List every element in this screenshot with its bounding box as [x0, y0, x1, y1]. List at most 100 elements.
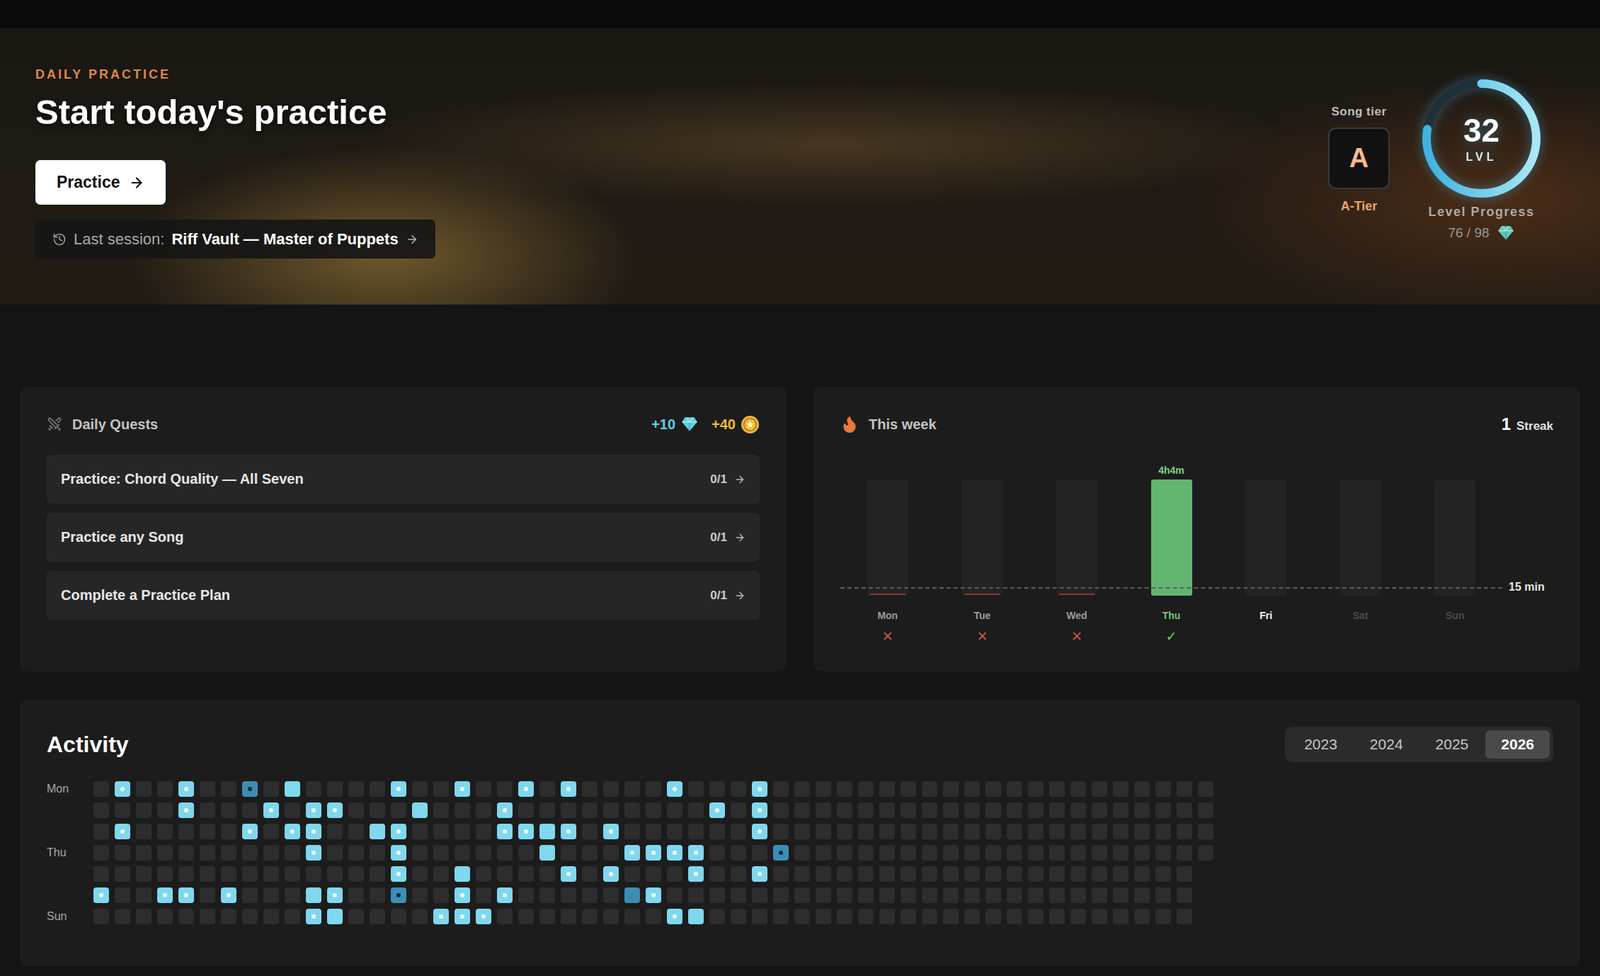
heatmap-cell[interactable] [794, 887, 810, 903]
heatmap-cell[interactable] [560, 908, 577, 924]
heatmap-cell[interactable] [433, 780, 449, 797]
heatmap-cell[interactable] [773, 844, 789, 861]
heatmap-cell[interactable] [709, 780, 725, 797]
heatmap-cell[interactable] [1091, 823, 1108, 839]
heatmap-cell[interactable] [1070, 802, 1087, 818]
heatmap-cell[interactable] [454, 802, 471, 818]
heatmap-cell[interactable] [858, 802, 874, 818]
heatmap-cell[interactable] [1027, 780, 1044, 797]
heatmap-cell[interactable] [1091, 887, 1108, 903]
heatmap-cell[interactable] [624, 887, 640, 903]
heatmap-cell[interactable] [327, 780, 343, 797]
heatmap-cell[interactable] [454, 780, 471, 797]
heatmap-cell[interactable] [390, 908, 407, 924]
heatmap-cell[interactable] [157, 780, 173, 797]
heatmap-cell[interactable] [858, 844, 874, 861]
heatmap-cell[interactable] [645, 887, 662, 903]
heatmap-cell[interactable] [900, 802, 917, 818]
heatmap-cell[interactable] [1070, 844, 1087, 861]
heatmap-cell[interactable] [178, 887, 194, 903]
heatmap-cell[interactable] [433, 802, 449, 818]
heatmap-cell[interactable] [199, 802, 216, 818]
heatmap-cell[interactable] [93, 802, 110, 818]
heatmap-cell[interactable] [709, 865, 725, 882]
heatmap-cell[interactable] [518, 887, 534, 903]
heatmap-cell[interactable] [964, 823, 980, 839]
heatmap-cell[interactable] [709, 844, 725, 861]
heatmap-cell[interactable] [1091, 802, 1108, 818]
heatmap-cell[interactable] [879, 887, 895, 903]
heatmap-cell[interactable] [666, 780, 683, 797]
heatmap-cell[interactable] [603, 780, 619, 797]
heatmap-cell[interactable] [93, 887, 110, 903]
heatmap-cell[interactable] [135, 908, 152, 924]
heatmap-cell[interactable] [560, 865, 577, 882]
heatmap-cell[interactable] [1155, 908, 1171, 924]
heatmap-cell[interactable] [581, 865, 598, 882]
heatmap-cell[interactable] [730, 908, 747, 924]
heatmap-cell[interactable] [220, 887, 237, 903]
heatmap-cell[interactable] [1049, 823, 1065, 839]
heatmap-cell[interactable] [539, 823, 556, 839]
heatmap-cell[interactable] [773, 823, 789, 839]
heatmap-cell[interactable] [1155, 802, 1171, 818]
heatmap-cell[interactable] [794, 865, 810, 882]
heatmap-cell[interactable] [666, 802, 683, 818]
heatmap-cell[interactable] [454, 908, 471, 924]
heatmap-cell[interactable] [943, 865, 959, 882]
heatmap-cell[interactable] [794, 780, 810, 797]
heatmap-cell[interactable] [943, 844, 959, 861]
heatmap-cell[interactable] [730, 823, 747, 839]
heatmap-cell[interactable] [943, 908, 959, 924]
heatmap-cell[interactable] [730, 865, 747, 882]
heatmap-cell[interactable] [1112, 887, 1129, 903]
heatmap-cell[interactable] [518, 865, 534, 882]
heatmap-cell[interactable] [1134, 865, 1150, 882]
heatmap-cell[interactable] [1112, 908, 1129, 924]
heatmap-cell[interactable] [433, 865, 449, 882]
heatmap-cell[interactable] [624, 865, 640, 882]
heatmap-cell[interactable] [624, 780, 640, 797]
heatmap-cell[interactable] [390, 823, 407, 839]
heatmap-cell[interactable] [369, 780, 386, 797]
heatmap-cell[interactable] [220, 908, 237, 924]
heatmap-cell[interactable] [199, 844, 216, 861]
heatmap-cell[interactable] [1027, 865, 1044, 882]
heatmap-cell[interactable] [475, 887, 492, 903]
quest-row[interactable]: Practice: Chord Quality — All Seven0/1 [46, 454, 760, 504]
heatmap-cell[interactable] [327, 908, 343, 924]
heatmap-cell[interactable] [645, 823, 662, 839]
heatmap-cell[interactable] [305, 802, 322, 818]
heatmap-cell[interactable] [369, 887, 386, 903]
heatmap-cell[interactable] [1049, 780, 1065, 797]
heatmap-cell[interactable] [879, 780, 895, 797]
heatmap-cell[interactable] [1176, 802, 1193, 818]
heatmap-cell[interactable] [496, 802, 513, 818]
heatmap-cell[interactable] [581, 844, 598, 861]
heatmap-cell[interactable] [666, 887, 683, 903]
heatmap-cell[interactable] [199, 823, 216, 839]
heatmap-cell[interactable] [135, 823, 152, 839]
heatmap-cell[interactable] [178, 823, 194, 839]
heatmap-cell[interactable] [93, 823, 110, 839]
heatmap-cell[interactable] [369, 908, 386, 924]
heatmap-cell[interactable] [93, 780, 110, 797]
heatmap-cell[interactable] [794, 844, 810, 861]
heatmap-cell[interactable] [1112, 823, 1129, 839]
heatmap-cell[interactable] [1176, 844, 1193, 861]
heatmap-cell[interactable] [327, 823, 343, 839]
heatmap-cell[interactable] [412, 865, 428, 882]
heatmap-cell[interactable] [1027, 887, 1044, 903]
heatmap-cell[interactable] [900, 844, 917, 861]
heatmap-cell[interactable] [1112, 865, 1129, 882]
heatmap-cell[interactable] [645, 844, 662, 861]
heatmap-cell[interactable] [815, 780, 832, 797]
heatmap-cell[interactable] [751, 865, 768, 882]
heatmap-cell[interactable] [220, 802, 237, 818]
heatmap-cell[interactable] [475, 780, 492, 797]
year-tab[interactable]: 2026 [1485, 729, 1550, 759]
heatmap-cell[interactable] [369, 865, 386, 882]
heatmap-cell[interactable] [263, 887, 279, 903]
heatmap-cell[interactable] [157, 865, 173, 882]
heatmap-cell[interactable] [815, 844, 832, 861]
